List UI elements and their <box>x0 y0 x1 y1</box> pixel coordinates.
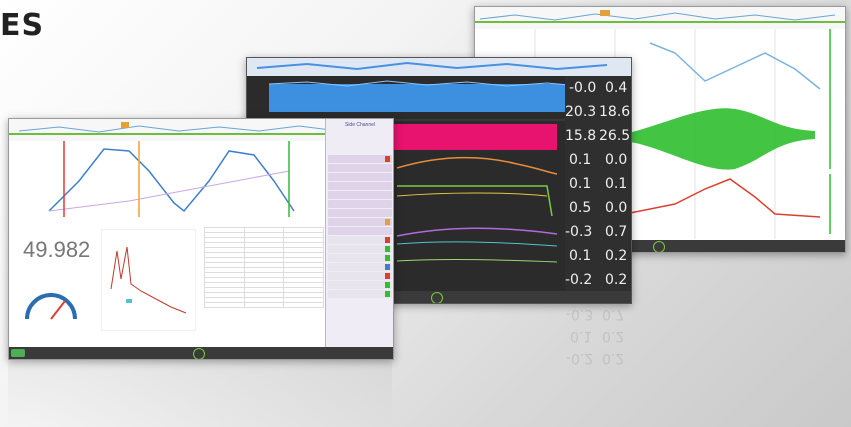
reflection-value: -0.2 <box>566 350 594 366</box>
sidebar-item[interactable] <box>328 200 392 208</box>
readout-value: 0.0 <box>605 152 628 168</box>
sidebar-item[interactable] <box>328 182 392 190</box>
readout-value: -0.3 <box>565 224 593 240</box>
reflection-value: 0.7 <box>602 306 625 322</box>
sidebar-item[interactable] <box>328 209 392 217</box>
readout-value: 26.5 <box>599 128 631 144</box>
sidebar-item[interactable] <box>328 227 392 235</box>
readout-value: 0.1 <box>569 152 592 168</box>
readout-value: 0.1 <box>605 176 628 192</box>
sidebar-item[interactable] <box>328 155 392 163</box>
readout-value: 20.3 <box>565 104 597 120</box>
readout-value: 0.2 <box>605 272 628 288</box>
center-overview-wave <box>256 61 608 71</box>
channel-sidebar: Side Channel <box>325 119 393 347</box>
readout-panel: -0.0 0.4 20.3 18.6 15.8 26.5 0.1 0.0 0.1… <box>565 76 631 291</box>
sidebar-item[interactable] <box>328 164 392 172</box>
reflection-value: -0.3 <box>566 306 594 322</box>
readout-reflection: -0.3 0.7 0.1 0.2 -0.2 0.2 <box>566 304 632 374</box>
sidebar-item[interactable] <box>328 290 392 298</box>
gauge <box>25 293 77 320</box>
data-table <box>204 227 324 308</box>
sidebar-item[interactable] <box>328 245 392 253</box>
sidebar-item[interactable] <box>328 173 392 181</box>
overview-wave <box>479 10 836 21</box>
spectrum-plot <box>101 229 196 331</box>
value-readout: 49.982 <box>23 237 91 262</box>
sidebar-title: Side Channel <box>344 122 376 128</box>
sidebar-item[interactable] <box>328 191 392 199</box>
reflection-value: 0.1 <box>570 328 593 344</box>
readout-value: -0.0 <box>569 80 597 96</box>
play-button[interactable] <box>652 241 665 252</box>
reflection-value: 0.2 <box>602 328 625 344</box>
sidebar-item[interactable] <box>328 272 392 280</box>
play-button[interactable] <box>193 348 206 359</box>
readout-value: 0.7 <box>605 224 628 240</box>
page-heading: ES <box>0 8 45 43</box>
overview-strip[interactable] <box>475 7 845 30</box>
front-reflection <box>8 360 392 427</box>
readout-value: 0.1 <box>569 176 592 192</box>
center-overview[interactable] <box>247 58 631 76</box>
readout-value: 0.1 <box>569 248 592 264</box>
readout-value: 18.6 <box>599 104 631 120</box>
sidebar-item[interactable] <box>328 281 392 289</box>
readout-value: -0.2 <box>565 272 593 288</box>
readout-value: 0.4 <box>605 80 628 96</box>
sidebar-item[interactable] <box>328 218 392 226</box>
sidebar-item[interactable] <box>328 263 392 271</box>
sidebar-item[interactable] <box>328 254 392 262</box>
sidebar-item[interactable] <box>328 236 392 244</box>
reflection-value: 0.2 <box>602 350 625 366</box>
readout-value: 0.2 <box>605 248 628 264</box>
front-toolbar <box>9 347 393 359</box>
readout-value: 0.0 <box>605 200 628 216</box>
window-front: 49.982 Side Channel <box>8 118 394 360</box>
readout-value: 0.5 <box>569 200 592 216</box>
readout-value: 15.8 <box>565 128 597 144</box>
front-main-plot <box>9 141 325 217</box>
play-button[interactable] <box>431 292 444 303</box>
